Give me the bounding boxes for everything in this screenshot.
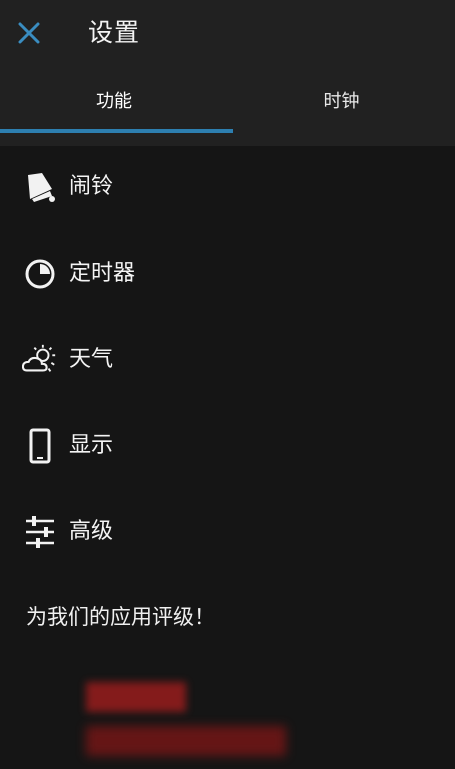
menu-item-label: 高级 bbox=[69, 519, 114, 544]
menu-item-alarm[interactable]: 闹铃 bbox=[0, 146, 455, 232]
tab-clock[interactable]: 时钟 bbox=[228, 66, 455, 138]
close-button[interactable] bbox=[12, 14, 46, 52]
menu-item-label: 天气 bbox=[69, 347, 114, 372]
timer-icon bbox=[22, 256, 58, 292]
bell-icon bbox=[22, 169, 58, 205]
redacted-block bbox=[86, 682, 186, 712]
tab-bar: 功能 时钟 bbox=[0, 66, 455, 146]
close-icon bbox=[18, 22, 40, 44]
redacted-block bbox=[86, 726, 286, 756]
rate-app-link[interactable]: 为我们的应用评级！ bbox=[26, 598, 215, 636]
menu-item-advanced[interactable]: 高级 bbox=[0, 490, 455, 576]
menu-item-label: 定时器 bbox=[69, 261, 136, 286]
sliders-icon bbox=[22, 514, 58, 550]
phone-icon bbox=[22, 428, 58, 464]
menu-item-display[interactable]: 显示 bbox=[0, 404, 455, 490]
settings-screen: 设置 功能 时钟 闹铃 定时器 天气 显示 高级 为我们的应用评级！ bbox=[0, 0, 455, 769]
top-app-bar: 设置 bbox=[0, 0, 455, 66]
tab-features[interactable]: 功能 bbox=[0, 66, 228, 138]
menu-item-timer[interactable]: 定时器 bbox=[0, 232, 455, 318]
page-title: 设置 bbox=[88, 18, 141, 47]
menu-item-label: 闹铃 bbox=[69, 174, 114, 199]
menu-item-label: 显示 bbox=[69, 433, 114, 458]
menu-item-weather[interactable]: 天气 bbox=[0, 318, 455, 404]
tab-indicator bbox=[0, 129, 233, 133]
weather-icon bbox=[22, 342, 58, 378]
